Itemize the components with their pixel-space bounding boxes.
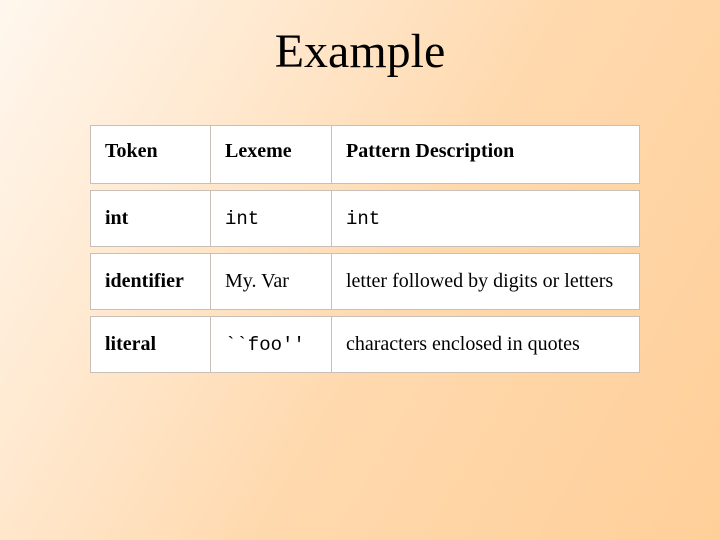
table-container: Token Lexeme Pattern Description int int…	[0, 119, 720, 379]
col-header-lexeme: Lexeme	[211, 125, 332, 184]
cell-pattern: int	[332, 190, 640, 247]
cell-token: identifier	[90, 253, 211, 310]
table-row: int int int	[90, 190, 640, 247]
cell-lexeme: int	[211, 190, 332, 247]
col-header-token: Token	[90, 125, 211, 184]
cell-token: literal	[90, 316, 211, 373]
token-table: Token Lexeme Pattern Description int int…	[90, 119, 640, 379]
cell-lexeme: ``foo''	[211, 316, 332, 373]
cell-lexeme: My. Var	[211, 253, 332, 310]
cell-token: int	[90, 190, 211, 247]
table-row: identifier My. Var letter followed by di…	[90, 253, 640, 310]
col-header-pattern: Pattern Description	[332, 125, 640, 184]
table-header-row: Token Lexeme Pattern Description	[90, 125, 640, 184]
cell-pattern: characters enclosed in quotes	[332, 316, 640, 373]
table-row: literal ``foo'' characters enclosed in q…	[90, 316, 640, 373]
page-title: Example	[0, 0, 720, 119]
cell-pattern: letter followed by digits or letters	[332, 253, 640, 310]
